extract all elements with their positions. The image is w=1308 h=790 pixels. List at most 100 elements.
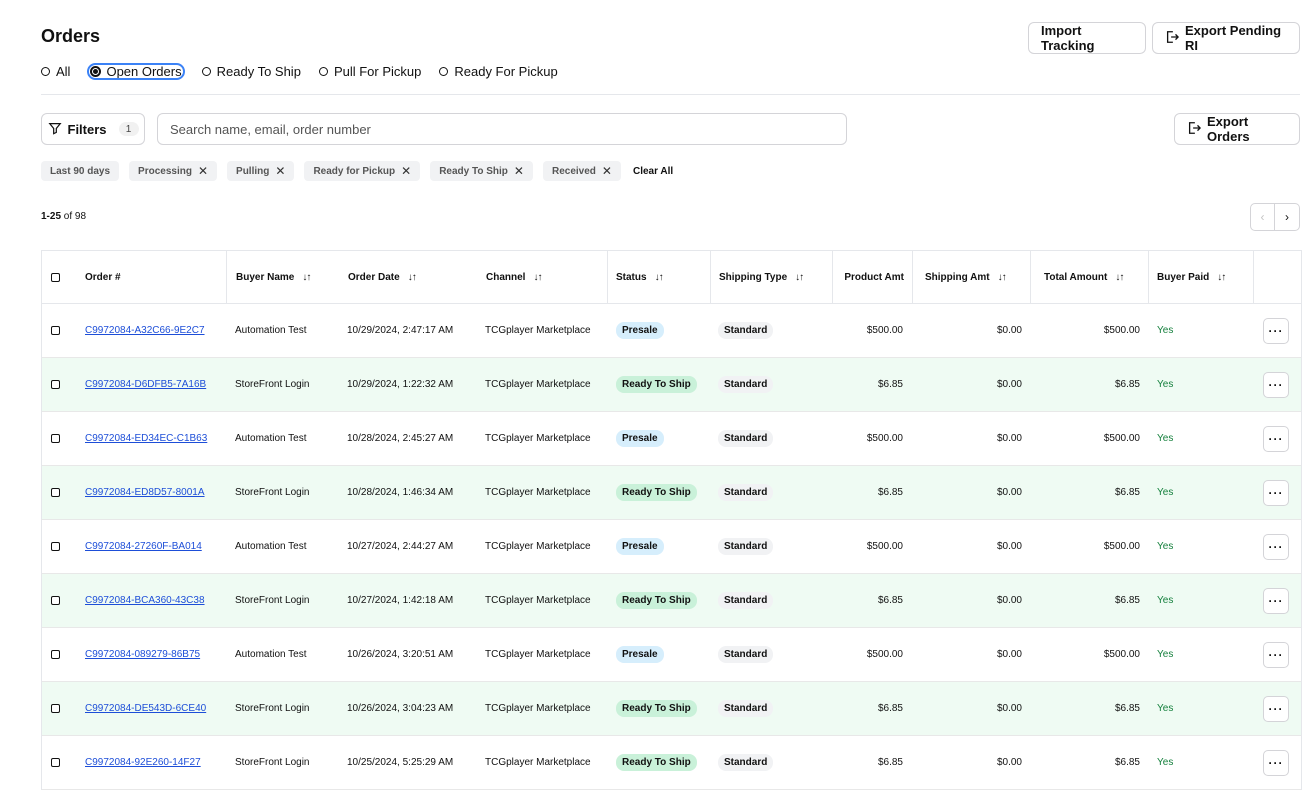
cell-shipping-amt: $0.00 [912,682,1022,735]
header-date[interactable]: Order Date ↓↑ [348,251,478,303]
cell-total: $6.85 [1030,466,1140,519]
import-tracking-button[interactable]: Import Tracking [1028,22,1146,54]
header-buyer[interactable]: Buyer Name ↓↑ [226,251,338,303]
buyer-value: Automation Test [235,649,307,660]
radio-open-orders[interactable]: Open Orders [87,62,185,80]
header-buyer-paid[interactable]: Buyer Paid ↓↑ [1148,251,1254,303]
buyer-value: StoreFront Login [235,703,310,714]
radio-pull-for-pickup[interactable]: Pull For Pickup [318,64,421,79]
more-actions-icon[interactable]: ··· [1263,695,1289,722]
radio-circle-selected [90,65,102,77]
cell-buyer: Automation Test [235,520,345,573]
row-checkbox[interactable] [51,326,60,335]
more-actions-icon[interactable]: ··· [1263,587,1289,614]
shipping-amt-value: $0.00 [996,487,1022,498]
header-total[interactable]: Total Amount ↓↑ [1030,251,1148,303]
order-link[interactable]: C9972084-27260F-BA014 [85,541,202,552]
cell-buyer-paid: Yes [1157,736,1247,789]
cell-shipping-type: Standard [718,358,828,411]
row-select-cell [51,628,71,681]
order-link[interactable]: C9972084-BCA360-43C38 [85,595,205,606]
more-actions-icon[interactable]: ··· [1263,425,1289,452]
cell-buyer: Automation Test [235,304,345,357]
header-shipping-amt[interactable]: Shipping Amt ↓↑ [912,251,1030,303]
status-badge: Presale [616,430,664,447]
more-actions-icon[interactable]: ··· [1263,749,1289,776]
shipping-amt-value: $0.00 [996,433,1022,444]
date-value: 10/26/2024, 3:04:23 AM [347,703,454,714]
row-checkbox[interactable] [51,596,60,605]
date-value: 10/25/2024, 5:25:29 AM [347,757,454,768]
export-orders-label: Export Orders [1207,114,1250,144]
cell-shipping-type: Standard [718,682,828,735]
sort-icon: ↓↑ [795,271,804,283]
radio-all[interactable]: All [41,64,70,79]
close-icon[interactable]: ✕ [401,165,411,177]
close-icon[interactable]: ✕ [602,165,612,177]
date-value: 10/29/2024, 1:22:32 AM [347,379,454,390]
header-shipping-type[interactable]: Shipping Type ↓↑ [710,251,832,303]
more-actions-icon[interactable]: ··· [1263,317,1289,344]
more-actions-icon[interactable]: ··· [1263,533,1289,560]
order-link[interactable]: C9972084-A32C66-9E2C7 [85,325,205,336]
more-actions-icon[interactable]: ··· [1263,371,1289,398]
cell-shipping-amt: $0.00 [912,628,1022,681]
export-pending-label: Export Pending RI [1185,23,1282,53]
table-row: C9972084-92E260-14F27 StoreFront Login 10/… [42,736,1301,790]
total-value: $6.85 [1114,487,1140,498]
cell-order: C9972084-BCA360-43C38 [85,574,225,627]
cell-total: $6.85 [1030,736,1140,789]
shipping-type-badge: Standard [718,484,774,501]
chip-date-range[interactable]: Last 90 days [41,161,120,181]
close-icon[interactable]: ✕ [514,165,524,177]
row-checkbox[interactable] [51,434,60,443]
select-all-checkbox[interactable] [51,272,60,282]
header-channel[interactable]: Channel ↓↑ [486,251,606,303]
more-actions-icon[interactable]: ··· [1263,479,1289,506]
row-checkbox[interactable] [51,650,60,659]
chevron-left-icon[interactable]: ‹ [1250,203,1275,231]
search-input[interactable] [157,113,847,145]
order-link[interactable]: C9972084-089279-86B75 [85,649,200,660]
date-value: 10/29/2024, 2:47:17 AM [347,325,454,336]
date-value: 10/26/2024, 3:20:51 AM [347,649,454,660]
radio-ready-to-ship[interactable]: Ready To Ship [201,64,301,79]
filters-label: Filters [67,121,107,137]
header-label: Order Date [348,271,400,283]
channel-value: TCGplayer Marketplace [485,703,591,714]
radio-ready-for-pickup[interactable]: Ready For Pickup [439,64,558,79]
pagination-controls: ‹ › [1250,203,1301,231]
row-checkbox[interactable] [51,380,60,389]
clear-all-button[interactable]: Clear All [633,166,673,177]
buyer-paid-value: Yes [1157,649,1174,660]
shipping-type-badge: Standard [718,592,774,609]
order-link[interactable]: C9972084-D6DFB5-7A16B [85,379,206,390]
order-link[interactable]: C9972084-DE543D-6CE40 [85,703,206,714]
row-checkbox[interactable] [51,488,60,497]
chevron-right-icon[interactable]: › [1275,203,1300,231]
row-checkbox[interactable] [51,758,60,767]
range-total: of 98 [63,211,87,222]
cell-channel: TCGplayer Marketplace [485,304,610,357]
cell-buyer: StoreFront Login [235,358,345,411]
cell-product-amt: $500.00 [832,520,903,573]
export-orders-button[interactable]: Export Orders [1174,113,1300,145]
row-checkbox[interactable] [51,704,60,713]
close-icon[interactable]: ✕ [198,165,208,177]
more-actions-icon[interactable]: ··· [1263,641,1289,668]
cell-buyer: StoreFront Login [235,466,345,519]
row-actions-cell: ··· [1263,304,1289,357]
chip-ready-to-ship: Ready To Ship ✕ [430,161,533,181]
cell-status: Ready To Ship [616,466,708,519]
order-link[interactable]: C9972084-ED34EC-C1B63 [85,433,207,444]
filters-button[interactable]: Filters 1 [41,113,145,145]
row-checkbox[interactable] [51,542,60,551]
export-pending-button[interactable]: Export Pending RI [1152,22,1300,54]
order-link[interactable]: C9972084-ED8D57-8001A [85,487,205,498]
header-status[interactable]: Status ↓↑ [607,251,709,303]
row-actions-cell: ··· [1263,628,1289,681]
cell-date: 10/25/2024, 5:25:29 AM [347,736,482,789]
order-link[interactable]: C9972084-92E260-14F27 [85,757,201,768]
close-icon[interactable]: ✕ [275,165,285,177]
cell-product-amt: $500.00 [832,412,903,465]
